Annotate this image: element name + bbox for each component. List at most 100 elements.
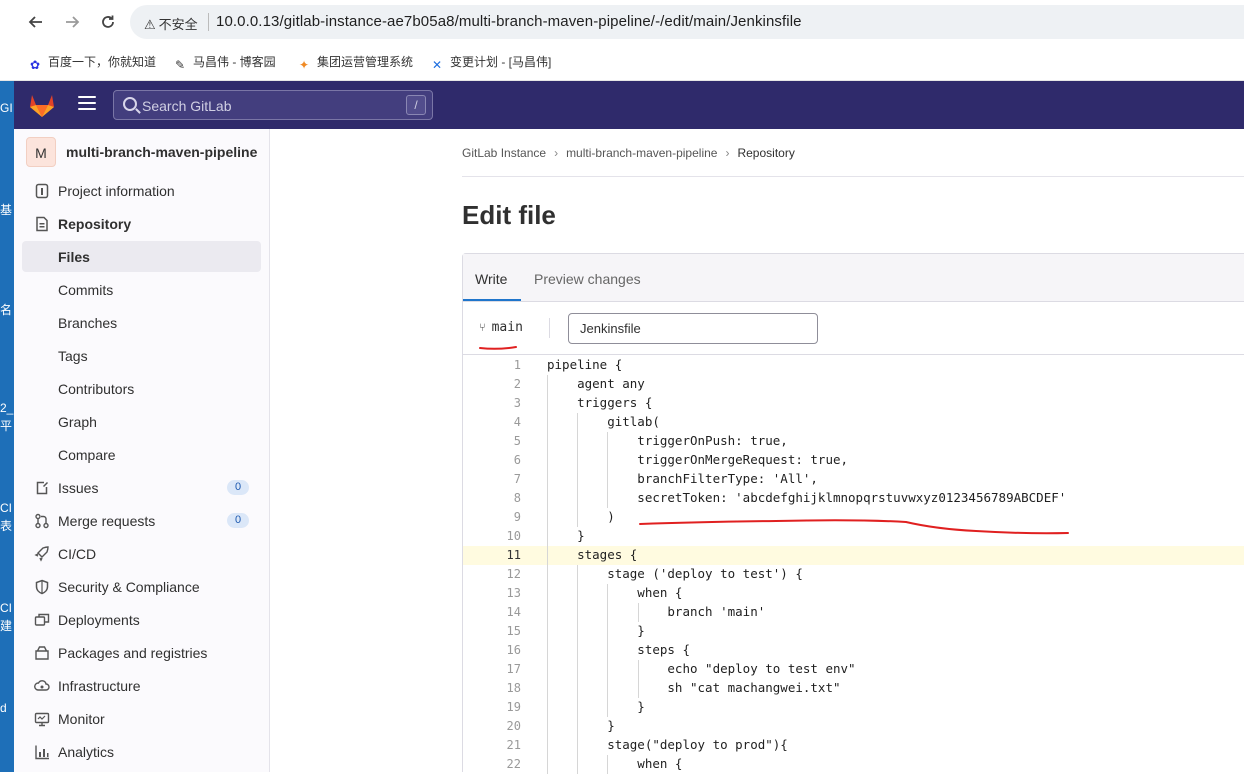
sidebar-item-packages-registries[interactable]: Packages and registries xyxy=(22,637,261,668)
search-icon xyxy=(123,97,137,111)
code-text: triggerOnPush: true, xyxy=(547,433,788,448)
code-line[interactable]: 1 pipeline { xyxy=(463,356,1244,375)
sidebar-item-label: Project information xyxy=(58,183,175,199)
reload-button[interactable] xyxy=(96,10,120,34)
code-line[interactable]: 15 } xyxy=(463,622,1244,641)
tab-write[interactable]: Write xyxy=(475,271,507,287)
menu-hamburger-icon[interactable] xyxy=(78,96,96,112)
address-bar[interactable]: ⚠ 不安全 10.0.0.13/gitlab-instance-ae7b05a8/… xyxy=(130,5,1244,39)
breadcrumb-item[interactable]: GitLab Instance xyxy=(462,146,546,160)
page-title: Edit file xyxy=(462,200,556,230)
code-line[interactable]: 8 secretToken: 'abcdefghijklmnopqrstuvwx… xyxy=(463,489,1244,508)
breadcrumb-item-current[interactable]: Repository xyxy=(737,146,794,160)
code-line[interactable]: 11 stages { xyxy=(463,546,1244,565)
code-text: } xyxy=(547,699,645,714)
desktop-text: 名 xyxy=(0,303,13,317)
line-number: 16 xyxy=(506,643,521,657)
project-avatar: M xyxy=(26,137,56,167)
search-placeholder: Search GitLab xyxy=(142,98,232,114)
security-indicator[interactable]: ⚠ 不安全 xyxy=(144,14,198,33)
line-number: 15 xyxy=(506,624,521,638)
editor-tabs: Write Preview changes xyxy=(463,254,1244,302)
code-line[interactable]: 16 steps { xyxy=(463,641,1244,660)
line-number: 3 xyxy=(513,396,521,410)
code-line[interactable]: 10 } xyxy=(463,527,1244,546)
sidebar-item-merge-requests[interactable]: Merge requests 0 xyxy=(22,505,261,536)
sidebar-item-label: Tags xyxy=(58,348,88,364)
url-text[interactable]: 10.0.0.13/gitlab-instance-ae7b05a8/multi… xyxy=(216,13,802,30)
code-line[interactable]: 20 } xyxy=(463,717,1244,736)
bookmark-baidu[interactable]: ✿ 百度一下，你就知道 xyxy=(27,53,156,73)
line-number: 6 xyxy=(513,453,521,467)
code-text: stage("deploy to prod"){ xyxy=(547,737,788,752)
chevron-right-icon: › xyxy=(554,146,559,160)
sidebar-item-graph[interactable]: Graph xyxy=(22,406,261,437)
forward-button[interactable] xyxy=(60,10,84,34)
sidebar-item-repository[interactable]: Repository xyxy=(22,208,261,239)
sidebar-item-label: Files xyxy=(58,249,90,265)
code-line[interactable]: 18 sh "cat machangwei.txt" xyxy=(463,679,1244,698)
arrow-left-icon xyxy=(28,16,42,28)
code-line[interactable]: 12 stage ('deploy to test') { xyxy=(463,565,1244,584)
bookmark-ops[interactable]: ✦ 集团运营管理系统 xyxy=(296,53,413,73)
sidebar-item-ci-cd[interactable]: CI/CD xyxy=(22,538,261,569)
sidebar-item-contributors[interactable]: Contributors xyxy=(22,373,261,404)
code-text: echo "deploy to test env" xyxy=(547,661,856,676)
sidebar-item-commits[interactable]: Commits xyxy=(22,274,261,305)
sidebar-item-files[interactable]: Files xyxy=(22,241,261,272)
back-button[interactable] xyxy=(24,10,48,34)
code-line[interactable]: 19 } xyxy=(463,698,1244,717)
line-number: 11 xyxy=(506,548,521,562)
code-text: branch 'main' xyxy=(547,604,766,619)
code-text: stages { xyxy=(547,547,638,562)
flame-icon: ✦ xyxy=(298,58,310,72)
sidebar-item-project-information[interactable]: Project information xyxy=(22,175,261,206)
chart-icon xyxy=(35,745,49,760)
sidebar-item-branches[interactable]: Branches xyxy=(22,307,261,338)
code-text: agent any xyxy=(547,376,645,391)
divider xyxy=(462,176,1244,177)
code-line[interactable]: 3 triggers { xyxy=(463,394,1244,413)
sidebar-item-tags[interactable]: Tags xyxy=(22,340,261,371)
line-number: 4 xyxy=(513,415,521,429)
divider xyxy=(549,318,550,338)
sidebar-item-issues[interactable]: Issues 0 xyxy=(22,472,261,503)
code-text: sh "cat machangwei.txt" xyxy=(547,680,841,695)
desktop-text: 平 xyxy=(0,419,13,433)
desktop-text: 表 xyxy=(0,519,13,533)
code-line[interactable]: 21 stage("deploy to prod"){ xyxy=(463,736,1244,755)
code-line[interactable]: 22 when { xyxy=(463,755,1244,774)
code-line[interactable]: 17 echo "deploy to test env" xyxy=(463,660,1244,679)
sidebar-item-analytics[interactable]: Analytics xyxy=(22,736,261,767)
desktop-text: d xyxy=(0,701,7,715)
browser-toolbar: ⚠ 不安全 10.0.0.13/gitlab-instance-ae7b05a8/… xyxy=(0,0,1244,44)
code-line[interactable]: 13 when { xyxy=(463,584,1244,603)
code-line[interactable]: 2 agent any xyxy=(463,375,1244,394)
gitlab-logo-icon[interactable] xyxy=(28,92,56,118)
line-number: 19 xyxy=(506,700,521,714)
code-line[interactable]: 6 triggerOnMergeRequest: true, xyxy=(463,451,1244,470)
code-line[interactable]: 14 branch 'main' xyxy=(463,603,1244,622)
code-line[interactable]: 7 branchFilterType: 'All', xyxy=(463,470,1244,489)
code-editor[interactable]: 1 pipeline {2 agent any 3 triggers {4 gitl… xyxy=(463,355,1244,774)
code-line[interactable]: 5 triggerOnPush: true, xyxy=(463,432,1244,451)
sidebar-item-monitor[interactable]: Monitor xyxy=(22,703,261,734)
desktop-text: 2_ xyxy=(0,401,14,415)
sidebar-item-compare[interactable]: Compare xyxy=(22,439,261,470)
filename-input[interactable]: Jenkinsfile xyxy=(568,313,818,344)
line-number: 9 xyxy=(513,510,521,524)
file-editor: Write Preview changes ⑂ main Jenkinsfile … xyxy=(462,253,1244,774)
tab-preview-changes[interactable]: Preview changes xyxy=(534,271,641,287)
sidebar-item-deployments[interactable]: Deployments xyxy=(22,604,261,635)
code-line[interactable]: 9 ) xyxy=(463,508,1244,527)
bookmark-blog[interactable]: ✎ 马昌伟 - 博客园 xyxy=(172,53,276,73)
code-line[interactable]: 4 gitlab( xyxy=(463,413,1244,432)
desktop-background-strip: GI 基 名 2_ 平 CI 表 CI 建 d xyxy=(0,81,14,772)
breadcrumb-item[interactable]: multi-branch-maven-pipeline xyxy=(566,146,717,160)
bookmark-change-plan[interactable]: ✕ 变更计划 - [马昌伟] xyxy=(429,53,551,73)
code-text: triggerOnMergeRequest: true, xyxy=(547,452,849,467)
search-input[interactable]: Search GitLab / xyxy=(113,90,433,120)
sidebar-item-security-compliance[interactable]: Security & Compliance xyxy=(22,571,261,602)
sidebar-item-infrastructure[interactable]: Infrastructure xyxy=(22,670,261,701)
chevron-right-icon: › xyxy=(725,146,730,160)
